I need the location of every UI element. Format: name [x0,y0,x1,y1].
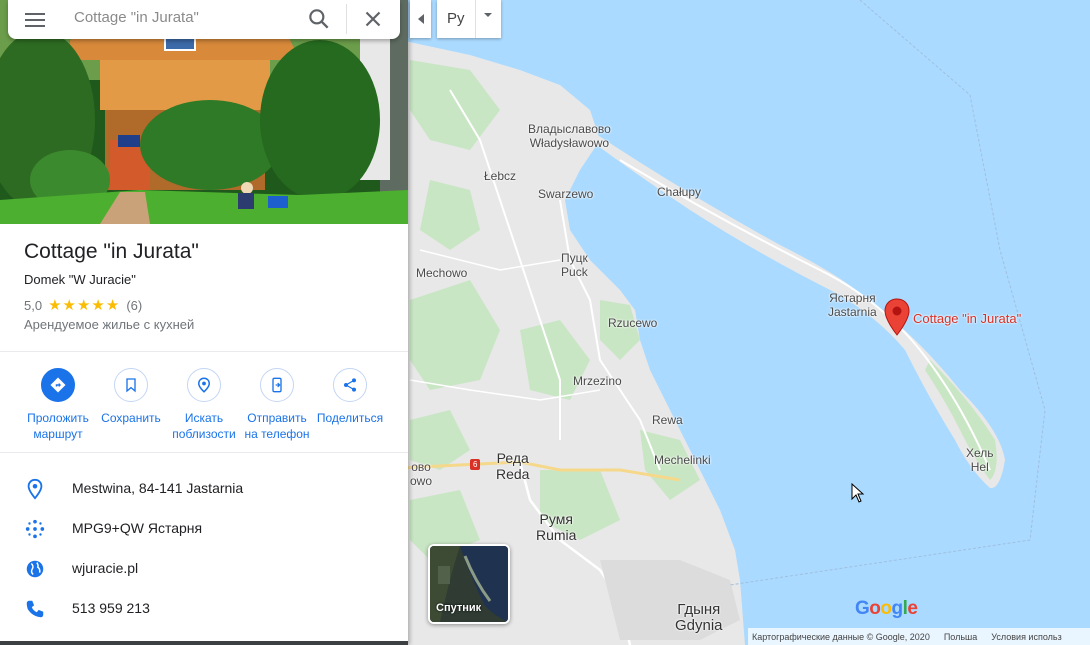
language-button[interactable]: Pу [447,10,465,27]
chevron-down-icon[interactable] [482,12,494,20]
share-label: Поделиться [316,411,384,425]
map-pin-label[interactable]: Cottage "in Jurata" [913,311,1021,326]
nearby-icon [187,368,221,402]
search-input[interactable] [72,8,296,27]
google-logo: Google [855,598,918,619]
nearby-label-1: Искать [184,411,224,425]
map-label-mechelinki: Mechelinki [654,453,711,467]
map-label-puck: Пуцк Puck [561,251,588,279]
map-label-rewa: Rewa [652,413,683,427]
send-label-1: Отправить [247,411,307,425]
pluscode-row[interactable]: MPG9+QW Ястарня [0,508,408,548]
phone-icon [26,600,44,618]
caret-left-icon [417,14,424,24]
search-icon[interactable] [306,6,332,32]
rating-value: 5,0 [24,297,43,313]
map-label-rumia: Румя Rumia [536,511,577,543]
pluscode-text: MPG9+QW Ястарня [72,520,203,536]
place-category[interactable]: Арендуемое жилье с кухней [24,317,194,332]
rating-stars-icon: ★★★★★ [48,297,121,314]
address-text: Mestwina, 84-141 Jastarnia [72,480,244,496]
send-to-phone-button[interactable]: Отправить на телефон [237,368,317,442]
satellite-layer-button[interactable]: Спутник [428,544,510,624]
phone-text: 513 959 213 [72,600,150,616]
satellite-label: Спутник [436,602,482,614]
share-icon [333,368,367,402]
map-label-wejherowo: ово owo [410,460,433,488]
place-title: Cottage "in Jurata" [24,240,199,263]
save-label: Сохранить [101,411,161,425]
map-label-chalupy: Chałupy [657,185,702,199]
place-subtitle: Domek "W Juracie" [24,272,136,287]
search-box [8,0,400,39]
directions-button[interactable]: Проложить маршрут [18,368,98,442]
directions-icon [41,368,75,402]
send-label-2: на телефон [244,427,310,441]
address-row[interactable]: Mestwina, 84-141 Jastarnia [0,468,408,508]
review-count[interactable]: (6) [126,298,142,313]
map-label-swarzewo: Swarzewo [538,187,594,201]
map-label-jastarnia: Ястарня Jastarnia [828,291,877,319]
map-label-hel: Хель Hel [966,446,994,474]
map-label-wladyslawowo: Владыславово Władysławowo [528,122,611,150]
plus-code-icon [25,519,45,539]
map-attribution: Картографические данные © Google, 2020 П… [748,628,1090,645]
map-label-lebcz: Łebcz [484,169,517,183]
map-label-reda: Реда Reda [496,450,530,482]
nearby-button[interactable]: Искать поблизости [164,368,244,442]
menu-icon[interactable] [24,9,46,31]
share-button[interactable]: Поделиться [310,368,390,426]
send-to-phone-icon [260,368,294,402]
road-number-badge: 6 [470,459,481,470]
map-label-mechowo: Mechowo [416,266,468,280]
map-pin-icon[interactable] [884,298,910,336]
attribution-country[interactable]: Польша [944,632,977,642]
place-details-panel: Cottage "in Jurata" Domek "W Juracie" 5,… [0,0,408,645]
bookmark-icon [114,368,148,402]
attribution-terms[interactable]: Условия использ [991,632,1061,642]
website-text: wjuracie.pl [72,560,139,576]
map-label-rzucewo: Rzucewo [608,316,658,330]
divider [0,452,408,453]
divider [0,351,408,352]
website-row[interactable]: wjuracie.pl [0,548,408,588]
map-language-control: Pу [437,0,501,38]
nearby-label-2: поблизости [172,427,236,441]
window-bottom-strip [0,641,408,645]
directions-label-2: маршрут [33,427,83,441]
directions-label-1: Проложить [27,411,89,425]
attribution-copyright: Картографические данные © Google, 2020 [752,631,930,642]
location-pin-icon [27,478,43,500]
map-label-gdynia: Гдыня Gdynia [675,601,723,634]
close-icon[interactable] [360,6,386,32]
save-button[interactable]: Сохранить [91,368,171,426]
search-divider [346,4,347,34]
mouse-cursor-icon [851,483,865,503]
globe-icon [26,560,44,578]
collapse-sidebar-button[interactable] [410,0,431,38]
control-divider [475,0,476,38]
rating-row: 5,0 ★★★★★ (6) [24,296,142,314]
phone-row[interactable]: 513 959 213 [0,588,408,628]
map-label-mrzezino: Mrzezino [573,374,622,388]
